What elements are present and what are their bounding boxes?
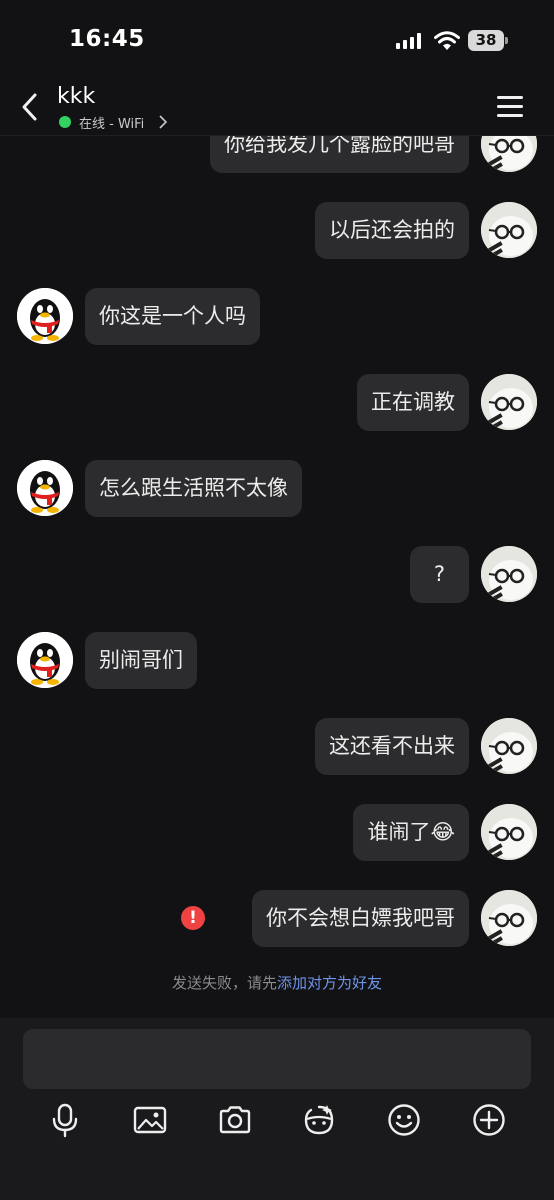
message-bubble[interactable]: 这还看不出来	[315, 718, 469, 775]
message-bubble[interactable]: 别闹哥们	[85, 632, 197, 689]
message-bubble[interactable]: 以后还会拍的	[315, 202, 469, 259]
message-bubble[interactable]: 谁闹了😂	[353, 804, 469, 861]
contact-avatar[interactable]	[17, 288, 73, 344]
plus-icon[interactable]	[471, 1102, 507, 1138]
menu-icon[interactable]	[497, 94, 523, 118]
battery-icon: 38	[468, 30, 504, 51]
message-bubble[interactable]: 怎么跟生活照不太像	[85, 460, 302, 517]
contact-avatar[interactable]	[17, 460, 73, 516]
status-time: 16:45	[69, 26, 145, 52]
emoji-icon[interactable]	[386, 1102, 422, 1138]
battery-tip	[505, 37, 508, 44]
my-avatar[interactable]	[481, 546, 537, 602]
my-avatar[interactable]	[481, 202, 537, 258]
image-icon[interactable]	[132, 1102, 168, 1138]
microphone-icon[interactable]	[47, 1102, 83, 1138]
camera-icon[interactable]	[217, 1102, 253, 1138]
contact-name[interactable]: kkk	[57, 84, 95, 109]
wifi-icon	[434, 31, 460, 50]
chevron-right-icon[interactable]	[158, 115, 168, 129]
my-avatar[interactable]	[481, 374, 537, 430]
back-chevron-icon[interactable]	[20, 92, 40, 122]
my-avatar[interactable]	[481, 890, 537, 946]
laughing-emoji: 😂	[430, 820, 455, 844]
message-input[interactable]	[23, 1029, 531, 1089]
add-friend-link[interactable]: 添加对方为好友	[277, 974, 382, 992]
online-status[interactable]: 在线 - WiFi	[79, 113, 144, 132]
message-text: 谁闹了	[367, 820, 431, 844]
sticker-icon[interactable]	[301, 1102, 337, 1138]
message-bubble[interactable]: 你这是一个人吗	[85, 288, 260, 345]
chat-header: kkk 在线 - WiFi	[0, 80, 554, 136]
composer-panel	[0, 1018, 554, 1200]
contact-avatar[interactable]	[17, 632, 73, 688]
cellular-signal-icon	[396, 33, 422, 49]
message-bubble[interactable]: 你不会想白嫖我吧哥	[252, 890, 469, 947]
send-failed-icon[interactable]: !	[181, 906, 205, 930]
message-bubble[interactable]: 正在调教	[357, 374, 469, 431]
chat-scroll-area[interactable]: 你给我发几个露脸的吧哥 以后还会拍的 你这是一个人吗 正在调教 怎么跟生活照不太…	[0, 0, 554, 1018]
my-avatar[interactable]	[481, 718, 537, 774]
status-bar: 16:45 38	[0, 0, 554, 80]
send-failed-notice: 发送失败，请先添加对方为好友	[0, 972, 554, 993]
online-indicator	[59, 116, 71, 128]
my-avatar[interactable]	[481, 804, 537, 860]
message-bubble[interactable]: ?	[409, 546, 469, 603]
notice-text: 发送失败，请先	[171, 974, 277, 992]
